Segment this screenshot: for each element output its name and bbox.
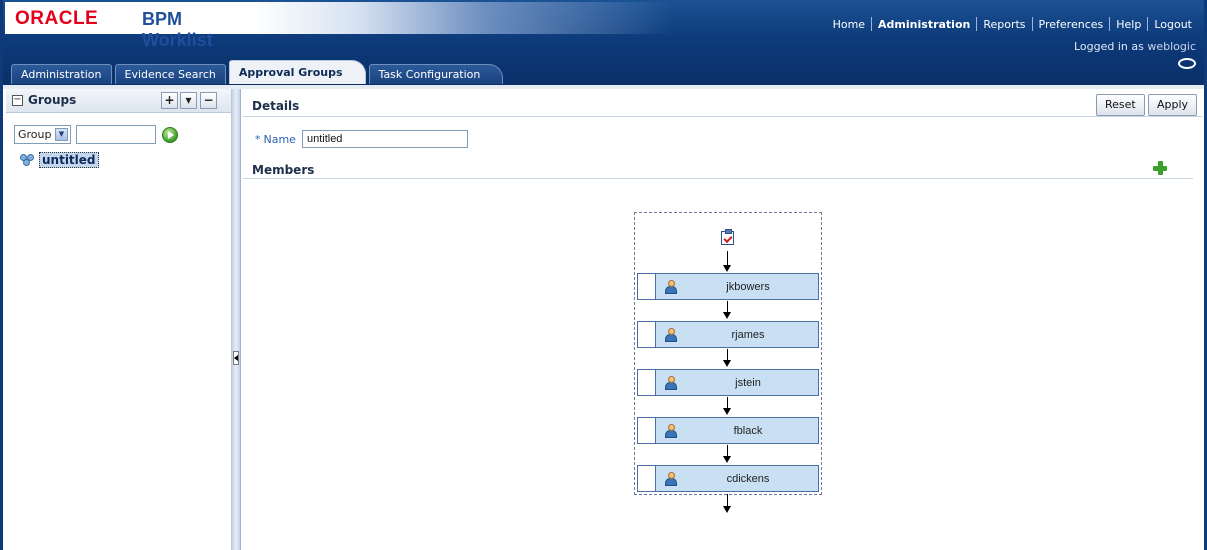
user-icon (665, 424, 677, 438)
tab-bar: Administration Evidence Search Approval … (11, 60, 506, 84)
group-search-input[interactable] (76, 125, 156, 144)
flow-connector (727, 397, 728, 408)
arrow-down-icon (723, 312, 731, 319)
details-title: Details (252, 99, 300, 113)
chevron-down-icon: ▼ (55, 128, 68, 141)
member-node-handle (638, 418, 656, 443)
global-nav: Home Administration Reports Preferences … (827, 17, 1198, 31)
members-flow-diagram: jkbowers rjames jstein fblack cdickens (634, 212, 822, 495)
nav-administration-link[interactable]: Administration (872, 18, 976, 31)
member-label: fblack (733, 425, 763, 437)
arrow-down-icon (723, 265, 731, 272)
remove-group-button[interactable]: − (200, 92, 217, 109)
arrow-down-icon (723, 360, 731, 367)
logged-in-status: Logged in as weblogic (1074, 40, 1196, 53)
group-type-select-value: Group (18, 128, 52, 141)
add-group-button[interactable]: + (161, 92, 178, 109)
member-label: cdickens (726, 473, 770, 485)
oracle-o-icon (1178, 58, 1196, 69)
member-label: jkbowers (726, 281, 770, 293)
tab-evidence-search[interactable]: Evidence Search (114, 64, 226, 84)
group-menu-button[interactable]: ▾ (180, 92, 197, 109)
nav-reports-link[interactable]: Reports (977, 18, 1031, 31)
arrow-down-icon (723, 408, 731, 415)
required-marker: * (255, 132, 261, 146)
member-node[interactable]: fblack (637, 417, 819, 444)
header: ORACLE BPM Worklist Home Administration … (3, 0, 1204, 88)
member-node[interactable]: jstein (637, 369, 819, 396)
member-node-handle (638, 370, 656, 395)
name-input[interactable] (301, 130, 468, 148)
arrow-down-icon (723, 506, 731, 513)
group-type-select[interactable]: Group ▼ (14, 125, 71, 144)
nav-help-link[interactable]: Help (1110, 18, 1147, 31)
tab-administration[interactable]: Administration (11, 64, 112, 84)
tab-task-configuration[interactable]: Task Configuration (368, 64, 504, 84)
members-title: Members (252, 163, 315, 177)
logged-in-prefix: Logged in as (1074, 40, 1144, 53)
user-icon (665, 472, 677, 486)
name-label: Name (263, 132, 296, 146)
tree-item-untitled[interactable]: untitled (20, 152, 99, 168)
task-icon (721, 229, 734, 245)
user-icon (665, 376, 677, 390)
details-header: Details Reset Apply (243, 92, 1202, 117)
user-icon (665, 280, 677, 294)
member-node[interactable]: rjames (637, 321, 819, 348)
nav-preferences-link[interactable]: Preferences (1033, 18, 1110, 31)
member-label: jstein (735, 377, 761, 389)
panel-splitter[interactable] (232, 89, 241, 550)
tab-approval-groups[interactable]: Approval Groups (228, 60, 366, 84)
tree-item-label: untitled (39, 152, 99, 168)
nav-home-link[interactable]: Home (827, 18, 871, 31)
group-filter: Group ▼ (14, 125, 178, 144)
flow-connector (727, 349, 728, 360)
flow-connector (727, 445, 728, 456)
member-node-handle (638, 466, 656, 491)
groups-panel: − Groups + ▾ − Group ▼ untitled (6, 89, 232, 550)
member-node-handle (638, 274, 656, 299)
groups-title: Groups (28, 93, 77, 107)
name-field-row: * Name (255, 130, 468, 148)
brand-bar: ORACLE BPM Worklist (5, 2, 253, 50)
user-icon (665, 328, 677, 342)
member-node[interactable]: cdickens (637, 465, 819, 492)
oracle-logo: ORACLE (15, 8, 99, 29)
details-panel: Details Reset Apply * Name Members jkbow… (243, 89, 1204, 550)
reset-button[interactable]: Reset (1096, 94, 1145, 116)
go-icon[interactable] (162, 126, 178, 143)
product-title: BPM Worklist (142, 9, 213, 50)
flow-connector (727, 494, 728, 506)
header-decoration (253, 2, 673, 34)
flow-connector (727, 301, 728, 312)
groups-panel-header: − Groups + ▾ − (6, 89, 231, 113)
logged-in-user: weblogic (1147, 40, 1196, 53)
member-label: rjames (731, 329, 765, 341)
members-header: Members (243, 157, 1193, 179)
group-icon (20, 153, 36, 167)
arrow-down-icon (723, 456, 731, 463)
apply-button[interactable]: Apply (1148, 94, 1198, 116)
collapse-left-icon[interactable] (233, 351, 239, 365)
nav-logout-link[interactable]: Logout (1148, 18, 1198, 31)
member-node-handle (638, 322, 656, 347)
browser-frame: ORACLE BPM Worklist Home Administration … (0, 0, 1207, 550)
collapse-icon[interactable]: − (12, 95, 23, 106)
member-node[interactable]: jkbowers (637, 273, 819, 300)
add-member-icon[interactable] (1153, 161, 1167, 175)
flow-connector (727, 251, 728, 265)
